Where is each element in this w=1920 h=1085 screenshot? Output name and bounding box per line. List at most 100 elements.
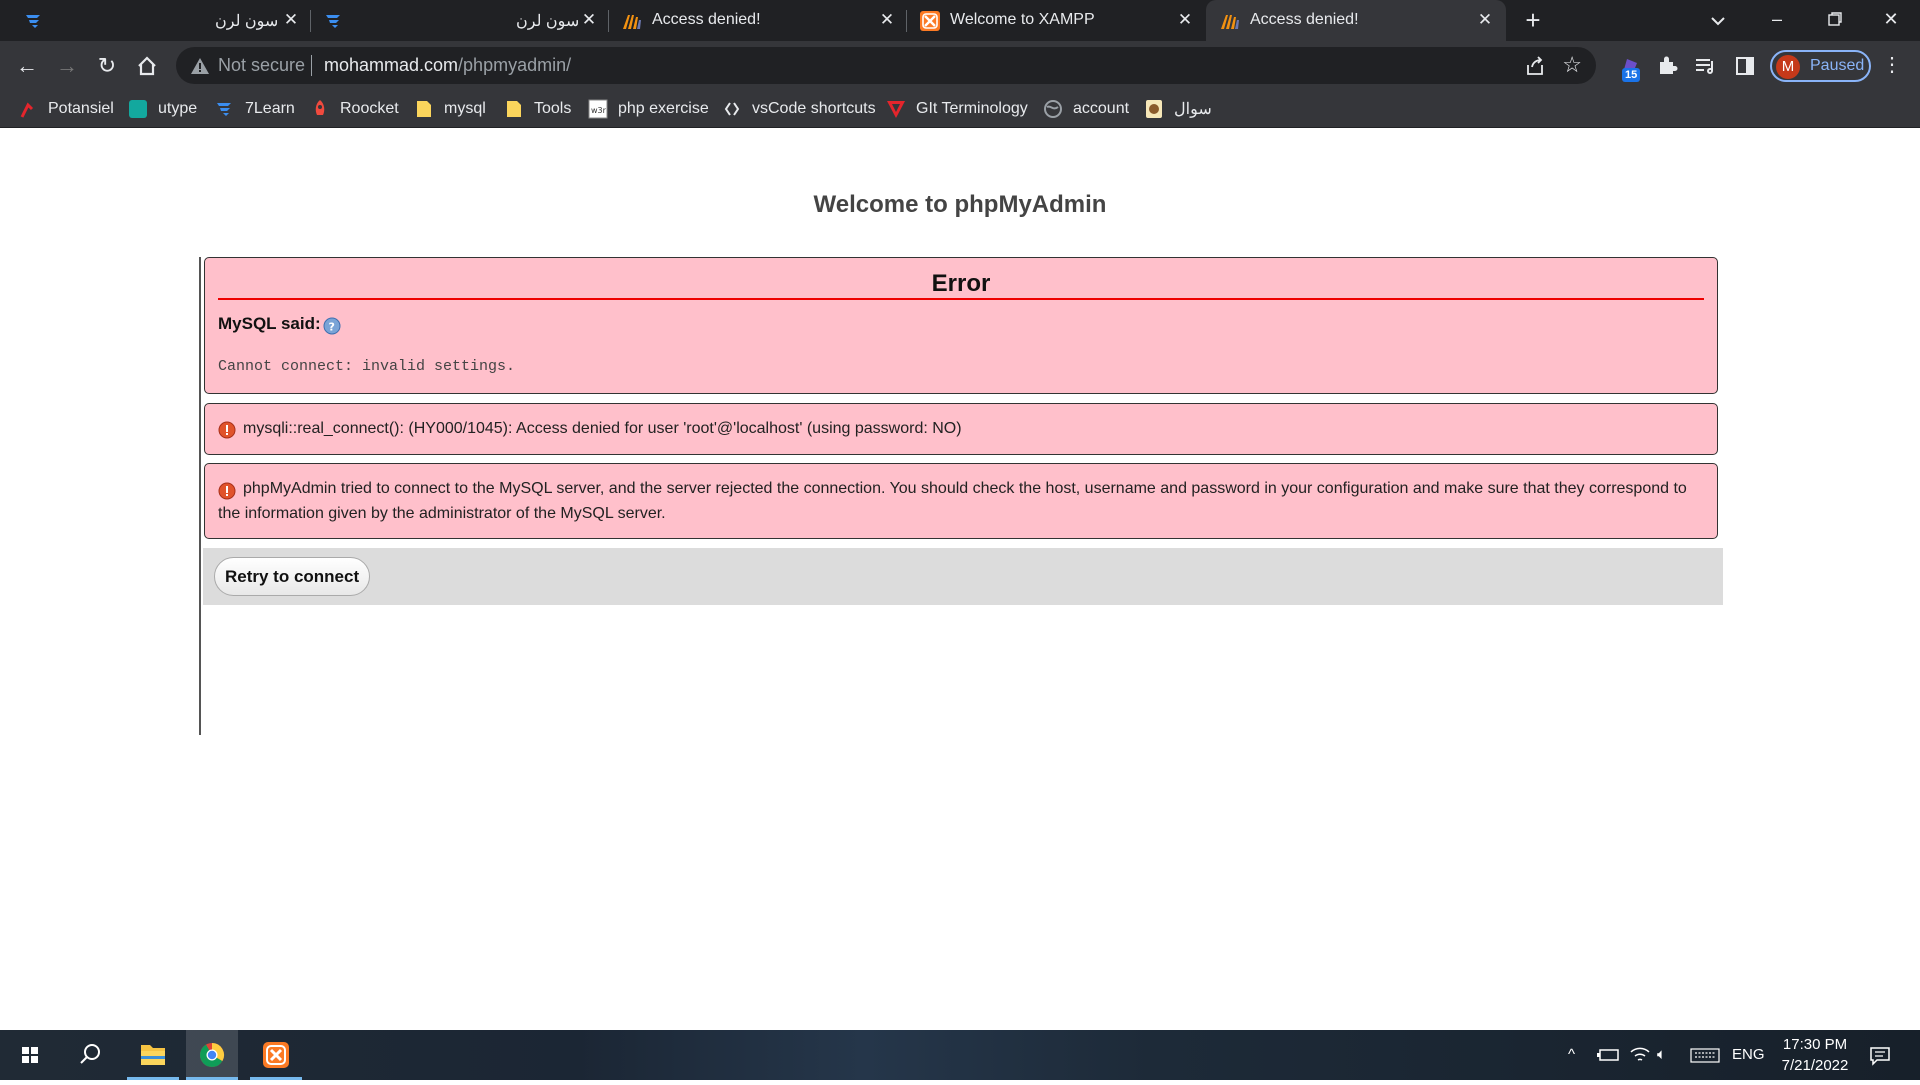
tab-welcome-xampp[interactable]: Welcome to XAMPP ✕ [906,0,1204,41]
clock-time: 17:30 PM [1782,1036,1848,1053]
search-icon[interactable] [64,1030,116,1080]
taskbar-file-explorer[interactable] [127,1030,179,1080]
address-url[interactable]: mohammad.com/phpmyadmin/ [324,55,571,76]
bookmark-folder-mysql[interactable]: mysql [414,96,486,122]
close-window-icon[interactable]: ✕ [1862,0,1920,41]
bookmark-vscode-shortcuts[interactable]: vsCode shortcuts [722,96,876,122]
bookmark-7learn[interactable]: 7Learn [215,96,295,122]
puzzle-extensions-icon[interactable] [1654,53,1680,79]
tab-title: سون لرن [215,13,279,30]
more-menu-icon[interactable]: ⋮ [1880,54,1904,76]
side-panel-icon[interactable] [1732,53,1758,79]
folder-icon [417,101,431,117]
reload-icon[interactable]: ↻ [91,50,123,82]
error-box: Error MySQL said: ? Cannot connect: inva… [204,257,1718,394]
not-secure-label[interactable]: Not secure [218,55,305,76]
profile-status: Paused [1810,57,1865,74]
error-title: Error [931,270,991,297]
w3resource-icon: w3r [588,99,608,119]
sevenlearn-favicon [26,15,40,28]
potansiel-icon [20,102,34,118]
bookmark-utype[interactable]: utype [128,96,197,122]
bookmark-php-exercise[interactable]: w3r php exercise [588,96,709,122]
media-queue-icon[interactable] [1692,53,1718,79]
tab-search-chevron-icon[interactable] [1706,9,1730,33]
profile-button[interactable]: M Paused [1770,50,1871,82]
xampp-icon [263,1042,289,1068]
error-message: Cannot connect: invalid settings. [218,358,516,375]
notice-text: phpMyAdmin tried to connect to the MySQL… [218,480,1687,522]
minimize-icon[interactable]: – [1748,0,1806,41]
page-content: Welcome to phpMyAdmin Error MySQL said: … [0,128,1920,1030]
language-indicator[interactable]: ENG [1732,1030,1765,1080]
url-host: mohammad.com [324,55,459,75]
page-title: Welcome to phpMyAdmin [813,191,1107,218]
avatar: M [1776,55,1800,79]
bookmark-account[interactable]: account [1043,96,1129,122]
close-tab-icon[interactable]: ✕ [1174,9,1196,31]
tab-title: Access denied! [1250,11,1359,28]
code-icon [724,102,740,116]
restore-icon[interactable] [1806,0,1864,41]
error-icon [218,421,236,439]
bookmark-roocket[interactable]: Roocket [310,96,399,122]
taskbar-chrome[interactable] [186,1030,238,1080]
close-tab-icon[interactable]: ✕ [1474,9,1496,31]
svg-text:?: ? [329,321,335,334]
tab-title: سون لرن [516,13,580,30]
share-icon[interactable] [1524,55,1546,77]
windows-start-icon[interactable] [4,1030,56,1080]
taskbar-xampp[interactable] [250,1030,302,1080]
globe-icon [1044,100,1062,118]
bookmark-potansiel[interactable]: Potansiel [18,96,114,122]
utype-icon [129,100,147,118]
bookmark-question[interactable]: سوال [1144,96,1212,122]
close-tab-icon[interactable]: ✕ [280,9,302,31]
bookmark-label: account [1073,100,1130,117]
tab-sevenlearn-1[interactable]: سون لرن ✕ [10,0,300,41]
sevenlearn-favicon [326,15,340,28]
help-icon[interactable]: ? [323,317,341,335]
wifi-icon[interactable] [1628,1030,1652,1080]
bookmark-git-terminology[interactable]: GIt Terminology [886,96,1028,122]
tray-chevron-icon[interactable]: ^ [1568,1030,1575,1080]
tab-access-denied-1[interactable]: Access denied! ✕ [608,0,905,41]
forward-arrow-icon[interactable]: → [51,50,83,82]
keyboard-icon[interactable] [1690,1030,1720,1080]
phpmyadmin-favicon [1221,15,1239,29]
bookmark-label: php exercise [618,100,709,117]
notifications-icon[interactable] [1868,1030,1892,1080]
home-icon[interactable] [131,50,163,82]
taskbar-clock[interactable]: 17:30 PM 7/21/2022 [1770,1034,1860,1076]
address-bar[interactable]: Not secure mohammad.com/phpmyadmin/ ☆ [176,47,1596,84]
tab-sevenlearn-2[interactable]: سون لرن ✕ [310,0,605,41]
address-divider [311,55,312,76]
bookmark-label: GIt Terminology [916,100,1028,117]
error-notice: phpMyAdmin tried to connect to the MySQL… [204,463,1718,539]
svg-text:w3r: w3r [591,106,607,115]
phpmyadmin-favicon [623,15,641,29]
volume-icon[interactable]: 🔈︎ [1657,1030,1666,1080]
warning-triangle-icon[interactable] [190,56,210,76]
tab-access-denied-active[interactable]: Access denied! ✕ [1206,0,1506,41]
tab-title: Welcome to XAMPP [950,11,1095,28]
notice-text: mysqli::real_connect(): (HY000/1045): Ac… [243,420,962,437]
roocket-icon [315,100,325,115]
folder-icon [507,101,521,117]
retry-connect-button[interactable]: Retry to connect [214,557,371,596]
close-tab-icon[interactable]: ✕ [876,9,898,31]
bookmark-folder-tools[interactable]: Tools [504,96,571,122]
bookmark-label: mysql [444,100,486,117]
back-arrow-icon[interactable]: ← [11,50,43,82]
bookmark-star-icon[interactable]: ☆ [1562,54,1582,76]
bookmark-label: utype [158,100,198,117]
url-path: /phpmyadmin/ [458,55,572,75]
browser-toolbar: ← → ↻ Not secure mohammad.com/phpmyadmin… [0,41,1920,90]
bookmarks-bar: Potansiel utype 7Learn Roocket mysql Too… [0,90,1920,128]
chrome-icon [199,1043,225,1068]
folder-icon [141,1045,165,1065]
close-tab-icon[interactable]: ✕ [578,9,600,31]
new-tab-button[interactable]: + [1519,7,1547,35]
battery-icon[interactable] [1596,1030,1622,1080]
git-icon [887,101,905,118]
